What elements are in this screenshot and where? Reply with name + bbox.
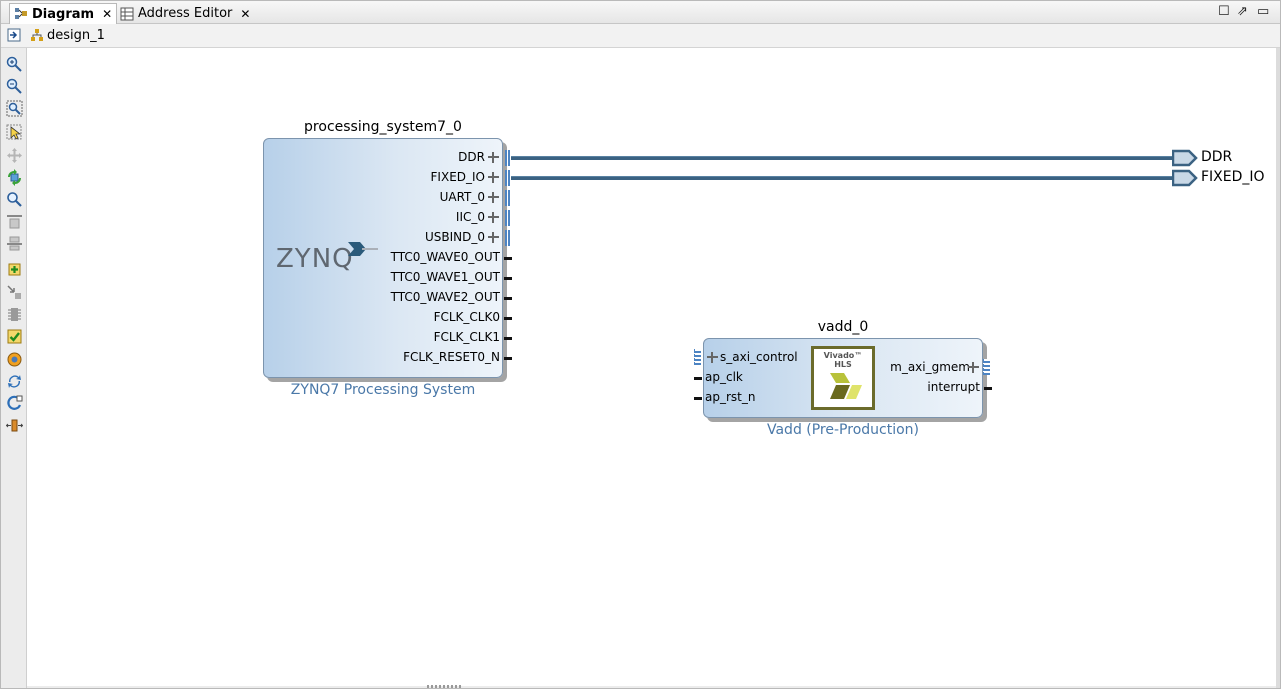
expand-interface-icon[interactable] [488, 152, 499, 163]
diagram-window: Diagram ✕ Address Editor ✕ ☐ ⇗ ▭ design_… [0, 0, 1281, 689]
ps-port-ttc0-wave2[interactable]: TTC0_WAVE2_OUT [391, 290, 500, 304]
external-port-icon[interactable] [1172, 169, 1198, 187]
ps-port-iic0[interactable]: IIC_0 [456, 210, 485, 224]
vadd-port-ap-clk[interactable]: ap_clk [705, 370, 743, 384]
zynq-logo-mark-icon [348, 242, 378, 256]
expand-interface-icon[interactable] [707, 352, 718, 363]
vivado-hls-logo: Vivado™ HLS [811, 346, 875, 410]
wire-pin[interactable] [694, 377, 702, 380]
external-port-ddr[interactable]: DDR [1201, 149, 1232, 165]
maximize-icon[interactable]: ▭ [1257, 4, 1269, 19]
ps-port-fclk-reset0[interactable]: FCLK_RESET0_N [403, 350, 500, 364]
ps-port-ddr[interactable]: DDR [458, 150, 485, 164]
hierarchy-icon [31, 29, 43, 45]
restore-icon[interactable]: ☐ [1218, 4, 1230, 19]
add-ip-icon[interactable] [6, 261, 23, 278]
bus-pin[interactable] [983, 359, 990, 375]
regenerate-layout-icon[interactable] [6, 169, 23, 186]
vertical-scrollbar[interactable] [1276, 48, 1280, 688]
run-automation-icon[interactable] [6, 351, 23, 368]
wire-pin[interactable] [504, 297, 512, 300]
wire-pin[interactable] [504, 317, 512, 320]
ps-port-fclk-clk0[interactable]: FCLK_CLK0 [434, 310, 500, 324]
bus-pin[interactable] [505, 190, 511, 206]
vadd-port-ap-rst-n[interactable]: ap_rst_n [705, 390, 755, 404]
expand-interface-icon[interactable] [488, 232, 499, 243]
wire-pin[interactable] [694, 397, 702, 400]
ps-port-fixed-io[interactable]: FIXED_IO [431, 170, 485, 184]
diagram-canvas[interactable]: processing_system7_0 ZYNQ DDR FIXED_IO U… [27, 48, 1278, 686]
vadd-port-s-axi-control[interactable]: s_axi_control [720, 350, 798, 364]
expand-interface-icon[interactable] [488, 192, 499, 203]
align-bottom-icon[interactable] [6, 235, 23, 252]
validate-design-icon[interactable] [6, 328, 23, 345]
show-interface-icon[interactable] [6, 395, 23, 412]
ps-caption: ZYNQ7 Processing System [290, 382, 476, 398]
hierarchy-bar: design_1 [1, 24, 1280, 48]
align-top-icon[interactable] [6, 213, 23, 230]
make-external-icon[interactable] [6, 306, 23, 323]
bus-pin[interactable] [505, 230, 511, 246]
zoom-fit-icon[interactable] [6, 100, 23, 117]
float-icon[interactable]: ⇗ [1237, 4, 1248, 19]
wire-pin[interactable] [504, 337, 512, 340]
hls-logo-icon [830, 373, 862, 399]
wire-pin[interactable] [504, 257, 512, 260]
vadd-caption: Vadd (Pre-Production) [766, 422, 919, 438]
expand-interface-icon[interactable] [488, 172, 499, 183]
resize-handle[interactable] [427, 685, 463, 688]
close-icon[interactable]: ✕ [240, 7, 250, 21]
table-icon [120, 7, 134, 21]
external-port-icon[interactable] [1172, 149, 1198, 167]
tab-diagram[interactable]: Diagram ✕ [9, 3, 118, 24]
bus-pin[interactable] [505, 210, 511, 226]
expand-interface-icon[interactable] [968, 362, 979, 373]
pan-icon[interactable] [6, 147, 23, 164]
zynq-logo: ZYNQ [276, 244, 354, 274]
make-connection-icon[interactable] [6, 284, 23, 301]
ps-port-uart0[interactable]: UART_0 [440, 190, 485, 204]
tab-bar: Diagram ✕ Address Editor ✕ ☐ ⇗ ▭ [1, 1, 1280, 24]
expand-collapse-icon[interactable] [6, 417, 23, 434]
select-icon[interactable] [6, 124, 23, 141]
ps-port-usbind0[interactable]: USBIND_0 [425, 230, 485, 244]
vadd-port-m-axi-gmem[interactable]: m_axi_gmem [890, 360, 970, 374]
bus-pin[interactable] [694, 349, 701, 365]
vadd-port-interrupt[interactable]: interrupt [927, 380, 980, 394]
tab-address-editor-label: Address Editor [138, 6, 233, 21]
design-name[interactable]: design_1 [47, 28, 105, 43]
tab-diagram-label: Diagram [32, 6, 95, 22]
fixed-io-net[interactable] [511, 176, 1173, 180]
wire-pin[interactable] [984, 387, 992, 390]
external-port-fixed-io[interactable]: FIXED_IO [1201, 169, 1265, 185]
diagram-toolbar [1, 48, 27, 688]
collapse-panel-icon[interactable] [7, 28, 21, 46]
diagram-icon [14, 7, 28, 21]
refresh-icon[interactable] [6, 373, 23, 390]
wire-pin[interactable] [504, 357, 512, 360]
search-icon[interactable] [6, 191, 23, 208]
zoom-out-icon[interactable] [6, 78, 23, 95]
ps-port-fclk-clk1[interactable]: FCLK_CLK1 [434, 330, 500, 344]
zoom-in-icon[interactable] [6, 56, 23, 73]
tab-address-editor[interactable]: Address Editor ✕ [116, 3, 254, 24]
close-icon[interactable]: ✕ [102, 7, 112, 21]
ps-port-ttc0-wave0[interactable]: TTC0_WAVE0_OUT [391, 250, 500, 264]
wire-pin[interactable] [504, 277, 512, 280]
ps-instance-name: processing_system7_0 [304, 119, 462, 135]
ps-port-ttc0-wave1[interactable]: TTC0_WAVE1_OUT [391, 270, 500, 284]
expand-interface-icon[interactable] [488, 212, 499, 223]
ddr-net[interactable] [511, 156, 1173, 160]
vadd-instance-name: vadd_0 [817, 319, 869, 335]
